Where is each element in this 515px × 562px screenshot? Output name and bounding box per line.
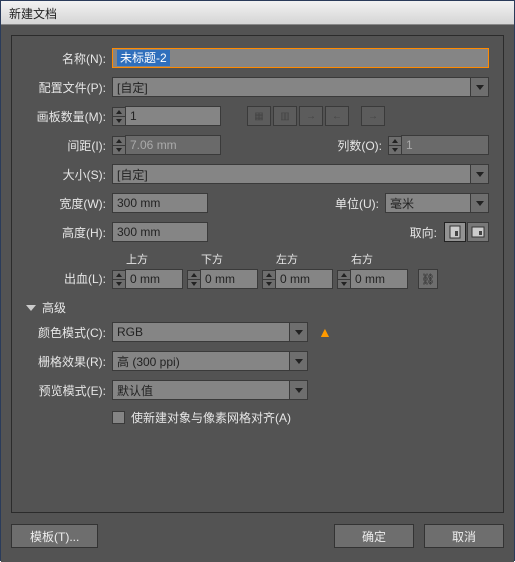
dropdown-arrow-icon: [470, 78, 488, 96]
width-input[interactable]: [112, 193, 208, 213]
bleed-bottom-spinner[interactable]: [187, 270, 201, 289]
spacing-input: [125, 135, 221, 155]
main-panel: 名称(N): 未标题-2 配置文件(P): [自定] 画板数量(M):: [11, 35, 504, 513]
bleed-right-label: 右方: [337, 251, 408, 267]
arrange-icon[interactable]: →: [361, 106, 385, 126]
columns-input: [401, 135, 489, 155]
templates-button[interactable]: 模板(T)...: [11, 524, 98, 548]
warning-icon: ▲: [318, 324, 332, 340]
bleed-left-input[interactable]: [275, 269, 333, 289]
disclosure-triangle-icon: [26, 305, 36, 311]
link-bleed-icon[interactable]: ⛓: [418, 269, 438, 289]
artboard-count-input[interactable]: [125, 106, 221, 126]
color-mode-dropdown[interactable]: RGB: [112, 322, 308, 342]
profile-label: 配置文件(P):: [26, 79, 112, 96]
name-label: 名称(N):: [26, 50, 112, 67]
raster-effects-label: 栅格效果(R):: [26, 353, 112, 370]
grid-by-col-icon[interactable]: ▥: [273, 106, 297, 126]
preview-mode-dropdown[interactable]: 默认值: [112, 380, 308, 400]
new-document-dialog: 新建文档 名称(N): 未标题-2 配置文件(P): [自定] 画板数量(M):: [0, 0, 515, 561]
bleed-left-spinner[interactable]: [262, 270, 276, 289]
spacing-label: 间距(I):: [26, 137, 112, 154]
artboard-count-label: 画板数量(M):: [26, 108, 112, 125]
cancel-button[interactable]: 取消: [424, 524, 504, 548]
dropdown-arrow-icon: [289, 381, 307, 399]
name-input[interactable]: 未标题-2: [112, 48, 489, 68]
bleed-top-spinner[interactable]: [112, 270, 126, 289]
size-dropdown[interactable]: [自定]: [112, 164, 489, 184]
advanced-heading: 高级: [42, 299, 66, 316]
columns-label: 列数(O):: [328, 137, 388, 154]
raster-effects-dropdown[interactable]: 高 (300 ppi): [112, 351, 308, 371]
dropdown-arrow-icon: [470, 165, 488, 183]
bleed-right-input[interactable]: [350, 269, 408, 289]
height-input[interactable]: [112, 222, 208, 242]
height-label: 高度(H):: [26, 224, 112, 241]
dropdown-arrow-icon: [289, 352, 307, 370]
dropdown-arrow-icon: [470, 194, 488, 212]
bleed-top-input[interactable]: [125, 269, 183, 289]
row-ltr-icon[interactable]: →: [299, 106, 323, 126]
bleed-left-label: 左方: [262, 251, 333, 267]
bleed-label: 出血(L):: [26, 270, 112, 289]
align-pixel-grid-checkbox[interactable]: [112, 411, 125, 424]
row-rtl-icon[interactable]: ←: [325, 106, 349, 126]
units-label: 单位(U):: [325, 195, 385, 212]
bleed-bottom-label: 下方: [187, 251, 258, 267]
spacing-spinner[interactable]: [112, 136, 126, 155]
columns-spinner[interactable]: [388, 136, 402, 155]
width-label: 宽度(W):: [26, 195, 112, 212]
orientation-label: 取向:: [383, 224, 443, 241]
dropdown-arrow-icon: [289, 323, 307, 341]
window-title: 新建文档: [1, 1, 514, 25]
orientation-portrait-icon[interactable]: [444, 222, 466, 242]
color-mode-label: 颜色模式(C):: [26, 324, 112, 341]
dialog-body: 名称(N): 未标题-2 配置文件(P): [自定] 画板数量(M):: [1, 25, 514, 562]
align-pixel-grid-label: 使新建对象与像素网格对齐(A): [131, 409, 291, 426]
ok-button[interactable]: 确定: [334, 524, 414, 548]
artboard-count-spinner[interactable]: [112, 107, 126, 126]
profile-dropdown[interactable]: [自定]: [112, 77, 489, 97]
orientation-landscape-icon[interactable]: [467, 222, 489, 242]
bleed-top-label: 上方: [112, 251, 183, 267]
preview-mode-label: 预览模式(E):: [26, 382, 112, 399]
size-label: 大小(S):: [26, 166, 112, 183]
grid-by-row-icon[interactable]: ▦: [247, 106, 271, 126]
bleed-right-spinner[interactable]: [337, 270, 351, 289]
advanced-section-toggle[interactable]: 高级: [26, 299, 489, 316]
bleed-bottom-input[interactable]: [200, 269, 258, 289]
units-dropdown[interactable]: 毫米: [385, 193, 489, 213]
